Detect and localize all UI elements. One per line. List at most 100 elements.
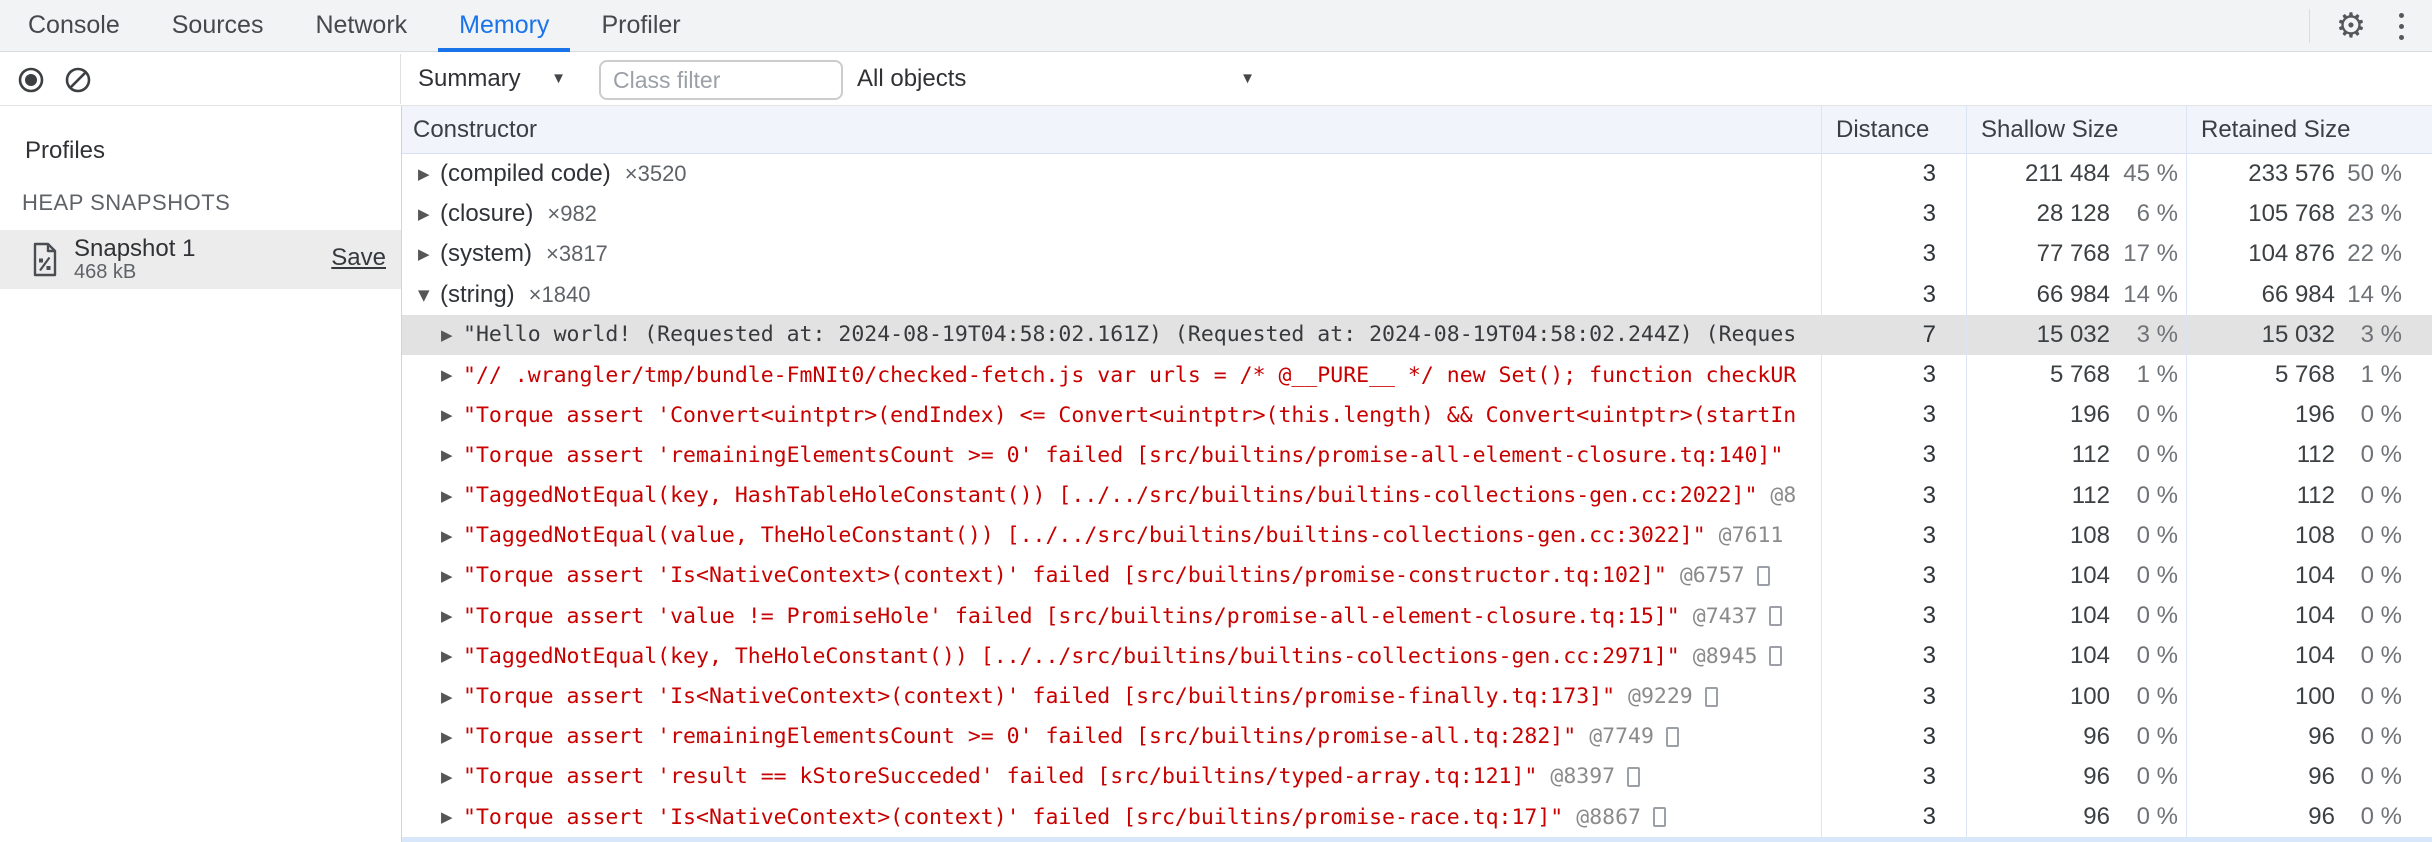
constructor-cell: ▶ "Torque assert 'Is<NativeContext>(cont…: [402, 797, 1822, 838]
shallow-size-value: 104: [2069, 561, 2110, 589]
disclosure-arrow-icon[interactable]: ▶: [441, 808, 463, 826]
heap-table-row[interactable]: ▶ "Torque assert 'remainingElementsCount…: [402, 716, 2432, 757]
disclosure-arrow-icon[interactable]: ▶: [441, 688, 463, 706]
object-id: @6757: [1679, 563, 1745, 589]
heap-table-row[interactable]: ▶ (compiled code) ×3520 3 211 484 45 % 2…: [402, 154, 2432, 195]
retained-size-cell: 104 876 22 %: [2187, 234, 2432, 274]
snapshot-size: 468 kB: [74, 261, 137, 283]
column-header-shallow-size[interactable]: Shallow Size: [1967, 106, 2187, 153]
retained-size-percent: 23 %: [2347, 200, 2402, 228]
heap-table-row[interactable]: ▶ "Torque assert 'result == kStoreSucced…: [402, 756, 2432, 797]
disclosure-arrow-icon[interactable]: ▶: [441, 768, 463, 786]
constructor-cell: ▶ "Torque assert 'Is<NativeContext>(cont…: [402, 555, 1822, 597]
shallow-size-cell: 112 0 %: [1967, 435, 2187, 476]
constructor-cell: ▶ (system) ×3817: [402, 234, 1822, 275]
heap-table-row[interactable]: ▶ "TaggedNotEqual(key, HashTableHoleCons…: [402, 475, 2432, 516]
shallow-size-cell: 77 768 17 %: [1967, 234, 2187, 275]
disclosure-arrow-icon[interactable]: ▶: [441, 607, 463, 625]
heap-table-row[interactable]: ▶ (closure) ×982 3 28 128 6 % 105 768 23…: [402, 194, 2432, 235]
object-id: @7437: [1692, 603, 1758, 629]
clear-icon: [65, 67, 91, 93]
column-header-constructor[interactable]: Constructor: [402, 106, 1822, 153]
constructor-cell: ▶ "TaggedNotEqual(key, TheHoleConstant()…: [402, 636, 1822, 677]
heap-table-row[interactable]: ▶ "TaggedNotEqual(value, TheHoleConstant…: [402, 515, 2432, 556]
object-scope-select[interactable]: All objects ▼: [845, 52, 1279, 105]
heap-table-row[interactable]: ▶ "Torque assert 'Is<NativeContext>(cont…: [402, 555, 2432, 597]
grid-header-row: Constructor Distance Shallow Size Retain…: [402, 106, 2432, 154]
distance-cell: 3: [1822, 395, 1967, 436]
disclosure-arrow-icon[interactable]: ▶: [441, 647, 463, 665]
more-options-button[interactable]: [2378, 0, 2424, 52]
disclosure-arrow-icon[interactable]: ▶: [441, 446, 463, 464]
distance-cell: 7: [1822, 314, 1967, 355]
object-id: @7749: [1589, 724, 1654, 750]
disclosure-arrow-icon[interactable]: ▶: [441, 567, 463, 585]
disclosure-arrow-icon[interactable]: ▶: [418, 205, 440, 223]
retained-size-percent: 14 %: [2347, 280, 2402, 308]
shallow-size-value: 108: [2069, 521, 2110, 549]
disclosure-arrow-icon[interactable]: ▶: [441, 326, 463, 344]
devtools-tab-bar: Console Sources Network Memory Profiler …: [0, 0, 2432, 52]
heap-table-row[interactable]: ▶ "Torque assert 'Convert<uintptr>(endIn…: [402, 395, 2432, 436]
settings-button[interactable]: ⚙: [2324, 0, 2378, 52]
shallow-size-percent: 0 %: [2136, 441, 2178, 469]
retained-size-percent: 0 %: [2360, 722, 2402, 750]
retained-size-percent: 0 %: [2360, 762, 2402, 790]
tab-memory[interactable]: Memory: [438, 0, 571, 52]
tab-network[interactable]: Network: [294, 0, 428, 51]
shallow-size-value: 104: [2069, 642, 2110, 670]
disclosure-arrow-icon[interactable]: ▼: [418, 286, 440, 304]
shallow-size-percent: 0 %: [2136, 803, 2178, 831]
disclosure-arrow-icon[interactable]: ▶: [441, 366, 463, 384]
heap-table-row[interactable]: ▶ "Torque assert 'Is<NativeContext>(cont…: [402, 676, 2432, 717]
clear-profiles-button[interactable]: [63, 65, 93, 95]
take-heap-snapshot-button[interactable]: [16, 65, 46, 95]
tab-label: Network: [315, 11, 408, 39]
shallow-size-value: 15 032: [2036, 320, 2110, 348]
chevron-down-icon: ▼: [551, 70, 566, 87]
retained-size-percent: 0 %: [2360, 561, 2402, 589]
heap-snapshots-heading: HEAP SNAPSHOTS: [22, 190, 231, 215]
heap-table-row[interactable]: ▶ "TaggedNotEqual(key, TheHoleConstant()…: [402, 636, 2432, 677]
heap-table-row[interactable]: ▶ (system) ×3817 3 77 768 17 % 104 876 2…: [402, 234, 2432, 275]
constructor-cell: ▶ "// .wrangler/tmp/bundle-FmNIt0/checke…: [402, 354, 1822, 396]
disclosure-arrow-icon[interactable]: ▶: [441, 527, 463, 545]
retained-size-value: 105 768: [2248, 200, 2335, 228]
heap-table-row[interactable]: ▼ (string) ×1840 3 66 984 14 % 66 984 14…: [402, 274, 2432, 315]
tab-sources[interactable]: Sources: [151, 0, 285, 51]
column-header-distance[interactable]: Distance: [1822, 106, 1967, 153]
shallow-size-value: 104: [2069, 602, 2110, 630]
disclosure-arrow-icon[interactable]: ▶: [441, 406, 463, 424]
constructor-cell: ▶ "Hello world! (Requested at: 2024-08-1…: [402, 314, 1822, 355]
constructor-name: (compiled code): [440, 160, 611, 188]
heap-table-row[interactable]: ▶ "Torque assert 'value != PromiseHole' …: [402, 596, 2432, 637]
string-value: "Torque assert 'remainingElementsCount >…: [463, 442, 1784, 468]
heap-table-row[interactable]: ▶ "Torque assert 'remainingElementsCount…: [402, 435, 2432, 476]
sidebar-item-snapshot-1[interactable]: Snapshot 1 468 kB Save: [0, 230, 401, 289]
tab-console[interactable]: Console: [7, 0, 141, 51]
shallow-size-percent: 0 %: [2136, 481, 2178, 509]
shallow-size-cell: 96 0 %: [1967, 756, 2187, 797]
heap-table-row[interactable]: ▶ "// .wrangler/tmp/bundle-FmNIt0/checke…: [402, 354, 2432, 396]
shallow-size-value: 112: [2071, 481, 2110, 509]
heap-table-row[interactable]: ▶ "Hello world! (Requested at: 2024-08-1…: [402, 314, 2432, 355]
tab-profiler[interactable]: Profiler: [580, 0, 701, 51]
perspective-select[interactable]: Summary ▼: [402, 52, 580, 105]
constructor-cell: ▼ (string) ×1840: [402, 274, 1822, 315]
class-filter-input[interactable]: [599, 60, 843, 100]
disclosure-arrow-icon[interactable]: ▶: [418, 165, 440, 183]
column-header-retained-size[interactable]: Retained Size: [2187, 106, 2432, 153]
shallow-size-cell: 96 0 %: [1967, 716, 2187, 757]
shallow-size-cell: 108 0 %: [1967, 515, 2187, 556]
save-snapshot-link[interactable]: Save: [331, 244, 386, 272]
distance-cell: 3: [1822, 435, 1967, 476]
retained-size-value: 104 876: [2248, 240, 2335, 268]
retained-size-percent: 22 %: [2347, 240, 2402, 268]
disclosure-arrow-icon[interactable]: ▶: [441, 728, 463, 746]
disclosure-arrow-icon[interactable]: ▶: [441, 487, 463, 505]
heap-table-row[interactable]: ▶ "Torque assert 'Is<NativeContext>(cont…: [402, 797, 2432, 838]
constructor-cell: ▶ "Torque assert 'remainingElementsCount…: [402, 435, 1822, 476]
retained-size-cell: 233 576 50 %: [2187, 154, 2432, 194]
disclosure-arrow-icon[interactable]: ▶: [418, 245, 440, 263]
missing-glyph-box-icon: [1627, 766, 1641, 787]
